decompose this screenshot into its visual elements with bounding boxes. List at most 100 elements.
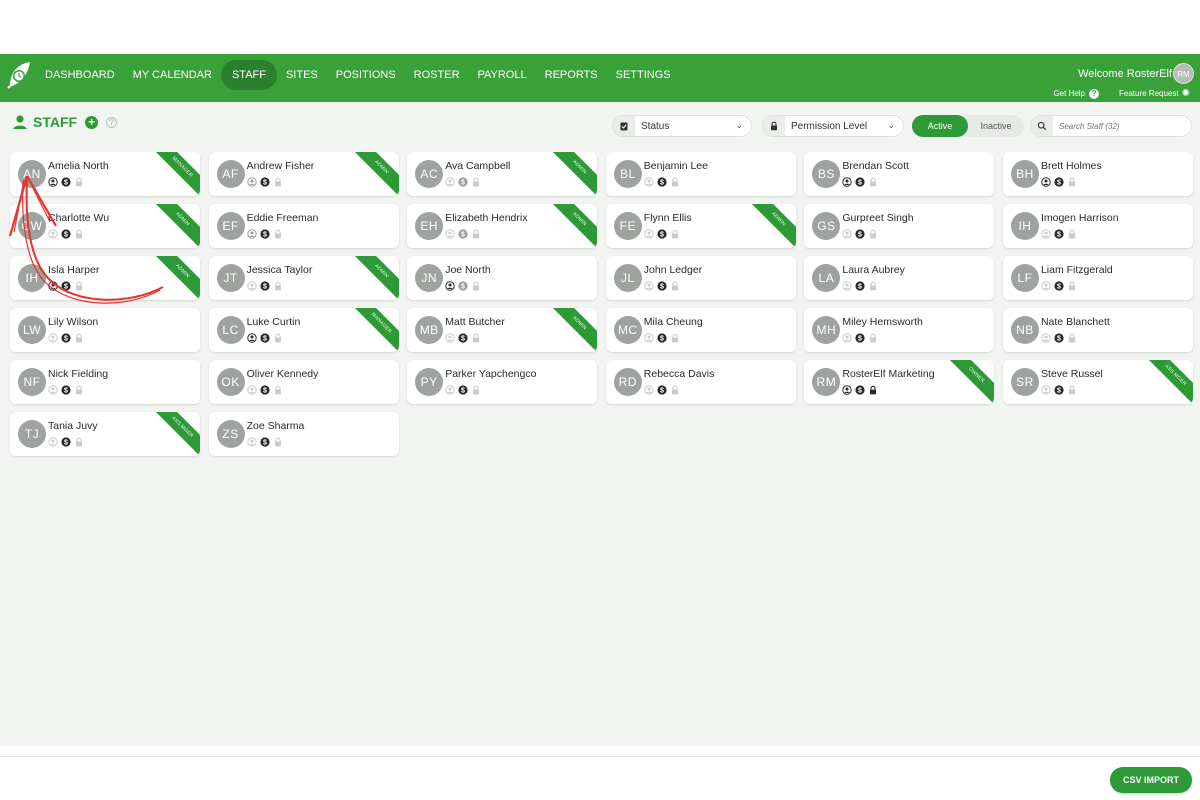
staff-card[interactable]: BS Brendan Scott $ [804,152,995,196]
staff-card[interactable]: TJ Tania Juvy $ ASS.MGER [10,412,200,456]
staff-card[interactable]: NB Nate Blanchett $ [1002,308,1193,352]
staff-card[interactable]: ZS Zoe Sharma $ [208,412,399,456]
staff-name: Laura Aubrey [842,264,905,276]
user-avatar[interactable]: RM [1173,63,1194,84]
svg-text:$: $ [1057,388,1061,395]
staff-name: John Ledger [643,264,703,276]
dollar-icon: $ [259,333,270,343]
role-ribbon: ADMIN [347,152,399,196]
profile-icon [246,229,257,239]
search-staff-input[interactable] [1053,121,1183,131]
rosterelf-logo-icon[interactable] [6,60,32,90]
lock-icon [1067,281,1077,291]
staff-card[interactable]: IH Isla Harper $ ADMIN [10,256,200,300]
staff-card[interactable]: MH Miley Hemsworth $ [804,308,995,352]
csv-import-button[interactable]: CSV IMPORT [1110,767,1192,793]
add-staff-button[interactable]: + [85,115,99,129]
staff-status-icons: $ [246,437,283,447]
staff-card[interactable]: SR Steve Russel $ ASS.MGER [1002,360,1193,404]
svg-text:$: $ [263,388,267,395]
staff-card[interactable]: JL John Ledger $ [605,256,796,300]
clipboard-check-icon [613,116,635,136]
staff-status-icons: $ [1041,229,1077,239]
nav-item-reports[interactable]: REPORTS [536,60,607,90]
permission-dropdown-label: Permission Level [791,120,868,132]
feature-request-link[interactable]: Feature Request ✺ [1119,88,1190,99]
active-toggle-option[interactable]: Active [912,115,968,137]
staff-card[interactable]: LW Lily Wilson $ [10,308,200,352]
staff-card[interactable]: OK Oliver Kennedy $ [208,360,399,404]
staff-status-icons: $ [842,333,878,343]
staff-card[interactable]: BL Benjamin Lee $ [605,152,796,196]
staff-card[interactable]: EF Eddie Freeman $ [208,204,399,248]
staff-status-icons: $ [48,385,84,395]
staff-card[interactable]: RM RosterElf Marketing $ OWNER [804,360,995,404]
inactive-toggle-option[interactable]: Inactive [968,115,1024,137]
dollar-icon: $ [855,281,865,291]
staff-avatar: LC [216,316,245,344]
staff-card[interactable]: AC Ava Campbell $ ADMIN [407,152,598,196]
staff-avatar: AF [216,160,245,188]
app-window: DASHBOARD MY CALENDAR STAFF SITES POSITIONS R… [0,54,1200,800]
dollar-icon: $ [1054,281,1064,291]
profile-icon [1041,281,1051,291]
staff-card[interactable]: IH Imogen Harrison $ [1002,204,1193,248]
svg-text:$: $ [461,336,465,343]
lightbulb-icon: ✺ [1181,88,1190,99]
lock-icon [868,333,878,343]
staff-card[interactable]: JT Jessica Taylor $ ADMIN [208,256,399,300]
lock-icon [1067,385,1077,395]
search-icon [1031,116,1053,136]
staff-name: Isla Harper [48,264,100,276]
staff-card[interactable]: LA Laura Aubrey $ [804,256,995,300]
nav-item-my-calendar[interactable]: MY CALENDAR [124,60,221,90]
nav-item-staff[interactable]: STAFF [220,60,277,90]
welcome-text: Welcome RosterElf [1078,68,1172,80]
lock-icon [1067,229,1077,239]
staff-status-icons: $ [644,333,680,343]
profile-icon [644,281,654,291]
staff-card[interactable]: RD Rebecca Davis $ [605,360,796,404]
staff-card[interactable]: PY Parker Yapchengco $ [407,360,598,404]
staff-card[interactable]: MC Mila Cheung $ [605,308,796,352]
staff-card[interactable]: LC Luke Curtin $ MANAGER [208,308,399,352]
main-nav: DASHBOARD MY CALENDAR STAFF SITES POSITIONS R… [36,60,680,90]
nav-item-positions[interactable]: POSITIONS [327,60,405,90]
staff-card[interactable]: AF Andrew Fisher $ ADMIN [208,152,399,196]
status-dropdown[interactable]: Status ⌄ [612,115,752,137]
staff-card[interactable]: AN Amelia North $ MANAGER [10,152,200,196]
role-ribbon: ASS.MGER [148,412,200,456]
lock-icon [868,177,878,187]
staff-name: Luke Curtin [246,316,301,328]
staff-card[interactable]: CW Charlotte Wu $ ADMIN [10,204,200,248]
profile-icon [644,229,654,239]
staff-card[interactable]: NF Nick Fielding $ [10,360,200,404]
nav-item-payroll[interactable]: PAYROLL [469,60,536,90]
staff-card[interactable]: MB Matt Butcher $ ADMIN [407,308,598,352]
profile-icon [48,229,58,239]
lock-icon [471,229,481,239]
staff-avatar: CW [18,212,46,240]
staff-card[interactable]: EH Elizabeth Hendrix $ ADMIN [407,204,598,248]
staff-status-icons: $ [842,281,878,291]
nav-item-dashboard[interactable]: DASHBOARD [36,60,124,90]
staff-card[interactable]: JN Joe North $ [407,256,598,300]
staff-card[interactable]: FE Flynn Ellis $ ADMIN [605,204,796,248]
nav-item-settings[interactable]: SETTINGS [607,60,680,90]
get-help-link[interactable]: Get Help? [1053,88,1100,99]
help-circle-icon[interactable]: ? [106,116,118,128]
staff-status-icons: $ [246,177,283,187]
staff-avatar: GS [812,212,841,240]
nav-item-sites[interactable]: SITES [277,60,327,90]
staff-avatar: AC [415,160,444,188]
staff-name: Zoe Sharma [246,420,305,432]
staff-card[interactable]: GS Gurpreet Singh $ [804,204,995,248]
staff-card[interactable]: BH Brett Holmes $ [1002,152,1193,196]
permission-level-dropdown[interactable]: Permission Level ⌄ [762,115,904,137]
nav-item-roster[interactable]: ROSTER [405,60,469,90]
staff-name: Flynn Ellis [643,212,692,224]
profile-icon [445,281,455,291]
staff-name: Tania Juvy [48,420,98,432]
staff-avatar: SR [1010,368,1039,396]
staff-card[interactable]: LF Liam Fitzgerald $ [1002,256,1193,300]
